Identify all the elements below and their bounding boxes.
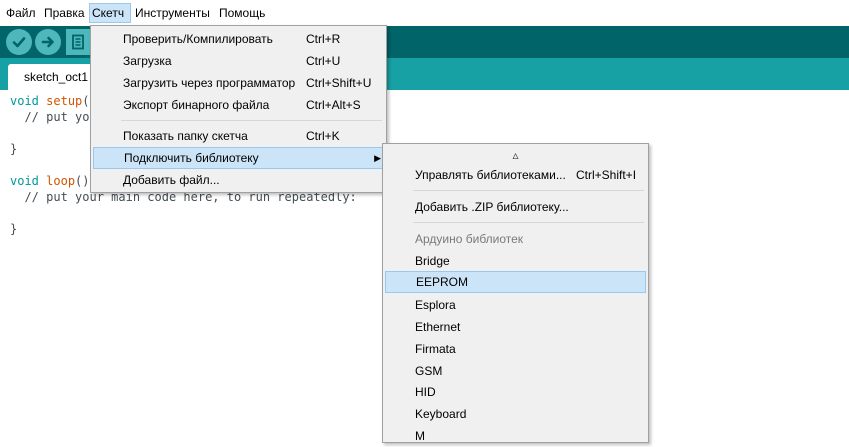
menu-item-label: GSM [415, 364, 443, 378]
menu-item-label: Загрузить через программатор [123, 76, 296, 90]
menu-item-shortcut: Ctrl+K [306, 129, 340, 143]
code-line: } [10, 142, 18, 156]
menu-item-include-library[interactable]: Подключить библиотеку ▶ [93, 147, 384, 169]
menu-separator [121, 120, 382, 121]
upload-button[interactable] [35, 29, 61, 55]
library-item-ethernet[interactable]: Ethernet [385, 316, 646, 338]
library-section-header: Ардуино библиотек [385, 228, 646, 250]
menu-item-upload[interactable]: Загрузка Ctrl+U [93, 50, 384, 72]
menu-item-label: Esplora [415, 298, 456, 312]
library-item-bridge[interactable]: Bridge [385, 250, 646, 272]
menu-item-verify[interactable]: Проверить/Компилировать Ctrl+R [93, 28, 384, 50]
library-item-eeprom[interactable]: EEPROM [385, 271, 646, 293]
menu-item-label: Проверить/Компилировать [123, 32, 273, 46]
menu-tools[interactable]: Инструменты [133, 3, 212, 23]
verify-button[interactable] [6, 29, 32, 55]
menu-item-shortcut: Ctrl+Shift+I [576, 168, 637, 182]
menu-help[interactable]: Помощь [217, 3, 267, 23]
code-keyword: void [10, 94, 39, 108]
menu-item-label: M [415, 429, 425, 443]
menu-item-label: HID [415, 385, 436, 399]
menu-item-label: Ethernet [415, 320, 461, 334]
code-function: loop [46, 174, 76, 188]
menu-item-label: EEPROM [416, 275, 469, 289]
menu-item-label: Загрузка [123, 54, 172, 68]
menu-item-export-binary[interactable]: Экспорт бинарного файла Ctrl+Alt+S [93, 94, 384, 116]
code-function: setup [46, 94, 83, 108]
library-item-hid[interactable]: HID [385, 381, 646, 403]
menu-item-label: Показать папку скетча [123, 129, 248, 143]
section-header-label: Ардуино библиотек [415, 232, 524, 246]
menu-item-label: Добавить .ZIP библиотеку... [415, 200, 569, 214]
library-item-keyboard[interactable]: Keyboard [385, 403, 646, 425]
document-icon [72, 34, 84, 50]
menu-item-upload-programmer[interactable]: Загрузить через программатор Ctrl+Shift+… [93, 72, 384, 94]
menu-file[interactable]: Файл [4, 3, 38, 23]
library-item-gsm[interactable]: GSM [385, 360, 646, 382]
menu-item-label: Добавить файл... [123, 173, 220, 187]
menu-item-label: Управлять библиотеками... [415, 168, 566, 182]
library-submenu: ▵ Управлять библиотеками... Ctrl+Shift+I… [382, 143, 649, 443]
code-line: void loop() [10, 173, 90, 189]
menu-item-show-folder[interactable]: Показать папку скетча Ctrl+K [93, 125, 384, 147]
menu-item-label: Экспорт бинарного файла [123, 98, 270, 112]
menu-item-add-file[interactable]: Добавить файл... [93, 169, 384, 191]
scroll-up-icon[interactable]: ▵ [383, 146, 648, 164]
menu-item-manage-libraries[interactable]: Управлять библиотеками... Ctrl+Shift+I [385, 164, 646, 186]
menu-separator [413, 222, 644, 223]
code-text: ( [82, 94, 90, 108]
code-text: () [75, 174, 90, 188]
submenu-arrow-icon: ▶ [374, 153, 381, 163]
library-item-esplora[interactable]: Esplora [385, 294, 646, 316]
check-icon [12, 37, 26, 48]
library-item-m[interactable]: M [385, 425, 646, 447]
menu-bar: Файл Правка Скетч Инструменты Помощь [0, 0, 849, 27]
code-line: // put yo [10, 110, 90, 124]
menu-item-add-zip[interactable]: Добавить .ZIP библиотеку... [385, 196, 646, 218]
menu-sketch[interactable]: Скетч [89, 3, 131, 23]
menu-item-shortcut: Ctrl+Shift+U [306, 76, 372, 90]
menu-item-shortcut: Ctrl+Alt+S [306, 98, 361, 112]
menu-item-label: Подключить библиотеку [124, 151, 259, 165]
code-line: } [10, 222, 18, 236]
menu-item-label: Bridge [415, 254, 450, 268]
menu-item-shortcut: Ctrl+U [306, 54, 341, 68]
menu-separator [413, 190, 644, 191]
menu-item-label: Firmata [415, 342, 456, 356]
new-button[interactable] [66, 29, 90, 55]
menu-item-shortcut: Ctrl+R [306, 32, 341, 46]
library-item-firmata[interactable]: Firmata [385, 338, 646, 360]
sketch-menu: Проверить/Компилировать Ctrl+R Загрузка … [90, 25, 387, 193]
menu-edit[interactable]: Правка [42, 3, 87, 23]
arrow-right-icon [41, 36, 54, 48]
code-keyword: void [10, 174, 39, 188]
menu-item-label: Keyboard [415, 407, 467, 421]
code-line: void setup( [10, 93, 90, 109]
